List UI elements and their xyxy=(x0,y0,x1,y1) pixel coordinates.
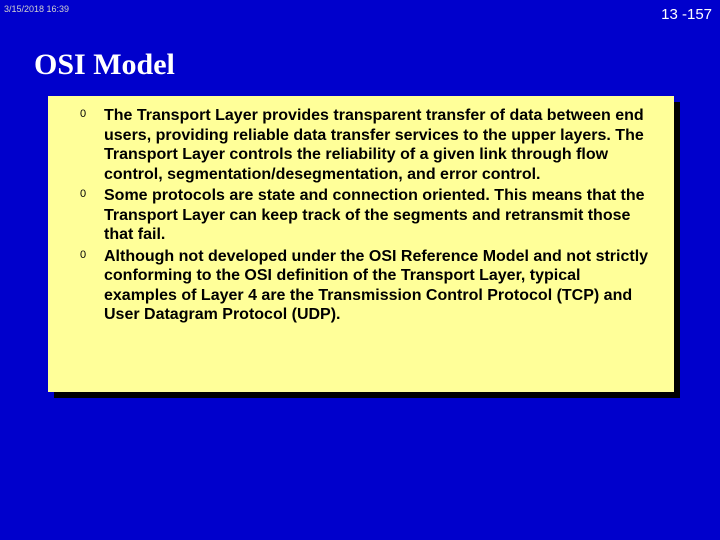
bullet-text: Some protocols are state and connection … xyxy=(104,187,645,243)
bullet-list: 0 The Transport Layer provides transpare… xyxy=(58,106,654,325)
content-box: 0 The Transport Layer provides transpare… xyxy=(48,96,674,392)
bullet-marker-icon: 0 xyxy=(80,108,86,120)
page-number: 13 -157 xyxy=(661,6,712,23)
bullet-text: The Transport Layer provides transparent… xyxy=(104,107,644,183)
timestamp: 3/15/2018 16:39 xyxy=(4,4,69,14)
slide-header: 3/15/2018 16:39 13 -157 xyxy=(0,0,720,28)
list-item: 0 The Transport Layer provides transpare… xyxy=(58,106,654,184)
bullet-marker-icon: 0 xyxy=(80,188,86,200)
list-item: 0 Some protocols are state and connectio… xyxy=(58,186,654,245)
bullet-text: Although not developed under the OSI Ref… xyxy=(104,248,648,324)
slide-title: OSI Model xyxy=(34,48,175,82)
list-item: 0 Although not developed under the OSI R… xyxy=(58,247,654,325)
bullet-marker-icon: 0 xyxy=(80,249,86,261)
